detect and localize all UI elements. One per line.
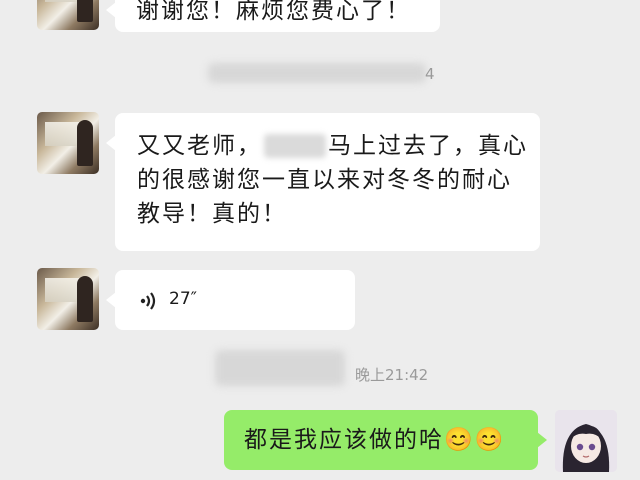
sender-avatar[interactable] [37,268,99,330]
smile-emoji: 😊 [474,427,506,453]
message-segment: 马上过去了，真心 [328,133,528,159]
my-avatar[interactable] [555,410,617,472]
sender-avatar[interactable] [37,112,99,174]
smile-emoji: 😊 [444,427,475,453]
redacted-timestamp [208,63,426,83]
message-bubble[interactable]: 又又老师， 马上过去了，真心 的很感谢您一直以来对冬冬的耐心 教导！真的！ [106,113,540,251]
chat-thread: 谢谢您！麻烦您费心了！ 4 又又老师， 马上过去了，真心 的很感谢您一直以来对冬冬… [0,0,640,480]
message-segment: 又又老师， [137,133,262,159]
redacted-timestamp [215,350,345,386]
sender-avatar[interactable] [37,0,99,30]
message-bubble[interactable]: 谢谢您！麻烦您费心了！ [106,0,440,32]
timestamp: 4 [425,65,435,83]
message-text: 又又老师， 马上过去了，真心 的很感谢您一直以来对冬冬的耐心 教导！真的！ [137,129,532,231]
message-line: 教导！真的！ [137,201,287,227]
voice-wave-icon [140,292,156,310]
anime-girl-avatar-icon [555,410,617,472]
message-line: 的很感谢您一直以来对冬冬的耐心 [137,167,512,193]
message-text: 谢谢您！麻烦您费心了！ [136,0,411,24]
reply-text: 都是我应该做的哈 [244,427,444,453]
redacted-name [264,134,326,158]
reply-bubble[interactable]: 都是我应该做的哈😊😊 [224,410,547,470]
voice-message-bubble[interactable]: 27″ [106,270,355,330]
reply-content: 都是我应该做的哈😊😊 [244,423,505,457]
voice-duration: 27″ [169,289,197,309]
message-line: 又又老师， 马上过去了，真心 [137,129,532,163]
timestamp: 晚上21:42 [355,366,429,384]
